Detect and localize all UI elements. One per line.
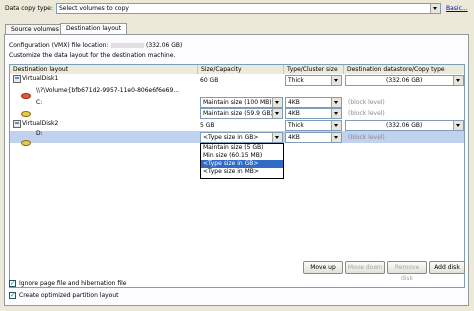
copy-type-select[interactable]: Select volumes to copy [56,3,441,14]
layout-table[interactable]: Destination layout Size/Capacity Type/Cl… [9,64,465,288]
copy-type-value: (block level) [348,110,385,117]
copy-type-label: Data copy type: [5,5,53,12]
type-value: 4KB [288,99,300,106]
size-select[interactable]: Maintain size (59.9 GB) [200,108,283,119]
size-dropdown-list[interactable]: Maintain size (5 GB) Min size (60.15 MB)… [200,143,284,179]
dropdown-option[interactable]: <Type size in MB> [201,168,283,176]
datastore-select[interactable]: (332.06 GB) [345,75,464,86]
copy-type-value: (block level) [348,99,385,106]
chevron-down-icon[interactable] [331,121,341,130]
size-value: Maintain size (59.9 GB) [203,110,273,117]
chevron-down-icon[interactable] [430,4,440,13]
row-size: 5 GB [200,122,215,129]
type-select[interactable]: Thick [285,120,342,131]
size-select[interactable]: Maintain size (100 MB) [200,97,283,108]
chevron-down-icon[interactable] [331,98,341,107]
ignore-page-label: Ignore page file and hibernation file [19,280,127,287]
table-row[interactable]: \\?\Volume{bfb671d2-9957-11e0-806e6f6e69… [10,86,464,108]
checkmark-icon: ✓ [10,279,16,287]
optimized-layout-checkbox[interactable]: ✓ [9,291,16,299]
virtual-disk-icon [13,75,21,83]
row-name: VirtualDisk1 [22,75,59,82]
dropdown-option[interactable]: Min size (60.15 MB) [201,152,283,160]
move-down-button[interactable]: Move down [345,261,385,274]
volume-icon [21,93,31,99]
type-value: Thick [288,122,304,129]
virtual-disk-icon [13,120,21,128]
type-select[interactable]: Thick [285,75,342,86]
type-value: 4KB [288,134,300,141]
chevron-down-icon[interactable] [331,133,341,142]
checkmark-icon: ✓ [10,291,16,299]
row-name: C: [36,99,43,106]
dropdown-option[interactable]: Maintain size (5 GB) [201,144,283,152]
volume-icon [21,140,31,146]
column-header-size[interactable]: Size/Capacity [198,65,284,74]
row-name: D: [36,130,43,137]
type-select[interactable]: 4KB [285,108,342,119]
column-header-type[interactable]: Type/Cluster size [284,65,344,74]
chevron-down-icon[interactable] [272,133,282,142]
table-row[interactable]: VirtualDisk2 5 GB Thick (332.06 GB) [10,120,464,131]
datastore-value: (332.06 GB) [386,122,423,129]
remove-disk-button[interactable]: Remove disk [387,261,427,282]
row-name: \\?\Volume{bfb671d2-9957-11e0-806e6f6e69… [36,87,180,94]
type-value: Thick [288,77,304,84]
copy-type-value: (block level) [348,134,385,141]
chevron-down-icon[interactable] [453,76,463,85]
datastore-value: (332.06 GB) [386,77,423,84]
size-value: <Type size in GB> [203,134,259,141]
table-row[interactable]: C: Maintain size (59.9 GB) 4KB (block le… [10,99,464,119]
chevron-down-icon[interactable] [272,98,282,107]
basic-link[interactable]: Basic... [446,4,468,13]
size-value: Maintain size (100 MB) [203,99,272,106]
customize-text: Customize the data layout for the destin… [9,52,176,59]
move-up-button[interactable]: Move up [303,261,343,274]
tab-panel: Configuration (VMX) file location: (332.… [4,34,469,306]
volume-icon [21,111,31,117]
table-row[interactable]: VirtualDisk1 60 GB Thick (332.06 GB) [10,75,464,86]
column-header-destination[interactable]: Destination datastore/Copy type [344,65,464,74]
file-location-size: (332.06 GB) [146,42,183,49]
column-header-layout[interactable]: Destination layout [10,65,198,74]
row-size: 60 GB [200,77,219,84]
copy-type-value: Select volumes to copy [59,5,129,12]
datastore-select[interactable]: (332.06 GB) [345,120,464,131]
type-select[interactable]: 4KB [285,97,342,108]
add-disk-button[interactable]: Add disk [429,261,465,274]
file-location-label: Configuration (VMX) file location: [9,42,109,49]
file-location-redacted [111,43,144,48]
chevron-down-icon[interactable] [453,121,463,130]
row-name: VirtualDisk2 [22,120,59,127]
size-select[interactable]: <Type size in GB> [200,132,283,143]
type-value: 4KB [288,110,300,117]
chevron-down-icon[interactable] [331,109,341,118]
optimized-layout-label: Create optimized partition layout [19,292,119,299]
dropdown-option-selected[interactable]: <Type size in GB> [201,160,283,168]
chevron-down-icon[interactable] [331,76,341,85]
ignore-page-checkbox[interactable]: ✓ [9,279,16,287]
table-row-selected[interactable]: D: <Type size in GB> 4KB (block level) [10,130,464,146]
type-select[interactable]: 4KB [285,132,342,143]
chevron-down-icon[interactable] [272,109,282,118]
